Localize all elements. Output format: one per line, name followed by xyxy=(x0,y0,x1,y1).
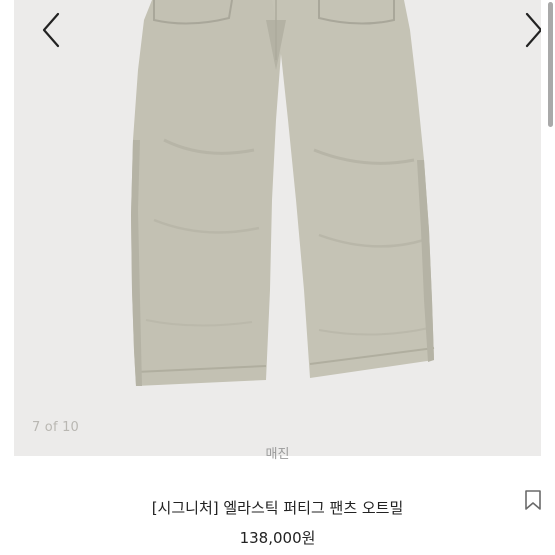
product-image-gallery[interactable]: 7 of 10 xyxy=(14,0,541,456)
product-title: [시그니처] 엘라스틱 퍼티그 팬츠 오트밀 xyxy=(151,499,404,517)
chevron-right-icon xyxy=(525,12,541,48)
bookmark-icon xyxy=(525,490,541,510)
product-image xyxy=(14,0,541,456)
bookmark-button[interactable] xyxy=(521,486,545,514)
next-image-button[interactable] xyxy=(514,10,541,50)
image-counter: 7 of 10 xyxy=(32,420,80,435)
page-scrollbar[interactable] xyxy=(546,0,553,456)
scroll-thumb[interactable] xyxy=(548,2,553,127)
chevron-left-icon xyxy=(42,12,60,48)
product-price: 138,000원 xyxy=(239,529,316,547)
product-brand[interactable]: 매진 xyxy=(0,443,555,462)
previous-image-button[interactable] xyxy=(31,10,71,50)
